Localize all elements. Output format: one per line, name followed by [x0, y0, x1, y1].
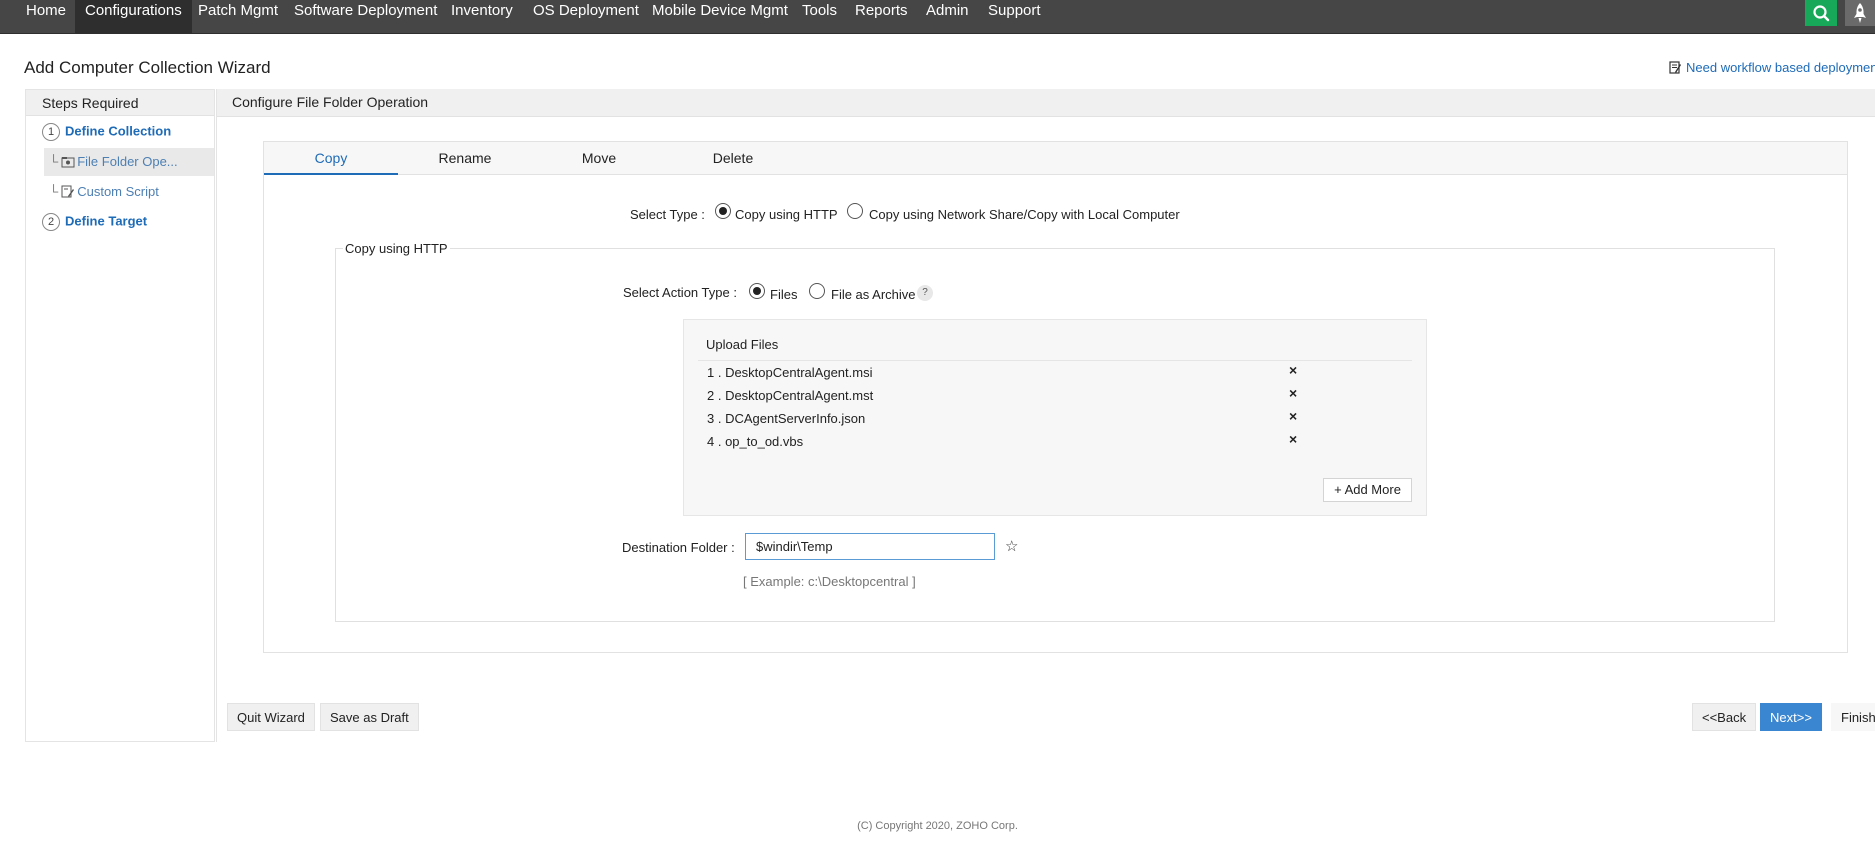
step-number-badge: 1 — [42, 123, 60, 141]
divider — [698, 360, 1412, 361]
radio-copy-network-share-label[interactable]: Copy using Network Share/Copy with Local… — [869, 207, 1180, 222]
remove-file-icon[interactable]: × — [1289, 431, 1297, 447]
radio-copy-using-http[interactable] — [715, 203, 731, 219]
file-list-item: 4 . op_to_od.vbs — [707, 434, 804, 449]
file-list-item: 3 . DCAgentServerInfo.json — [707, 411, 866, 426]
remove-file-icon[interactable]: × — [1289, 362, 1297, 378]
nav-support[interactable]: Support — [988, 0, 1041, 24]
nav-os-deployment[interactable]: OS Deployment — [533, 0, 639, 24]
tab-copy[interactable]: Copy — [264, 142, 398, 175]
main-panel-header: Configure File Folder Operation — [217, 89, 1875, 117]
destination-example-hint: [ Example: c:\Desktopcentral ] — [743, 574, 916, 589]
step-define-target[interactable]: 2 Define Target — [42, 213, 147, 231]
copy-http-section-legend: Copy using HTTP — [343, 241, 450, 256]
radio-files[interactable] — [749, 283, 765, 299]
sidebar-header: Steps Required — [26, 90, 214, 116]
nav-mobile-device-mgmt[interactable]: Mobile Device Mgmt — [652, 0, 788, 24]
folder-operation-icon — [61, 157, 75, 168]
step-label: Define Target — [65, 213, 148, 229]
select-action-type-label: Select Action Type : — [623, 285, 737, 300]
radio-copy-network-share[interactable] — [847, 203, 863, 219]
tab-move[interactable]: Move — [532, 142, 666, 175]
save-as-draft-button[interactable]: Save as Draft — [320, 703, 419, 731]
radio-files-label[interactable]: Files — [770, 287, 797, 302]
tab-rename[interactable]: Rename — [398, 142, 532, 175]
nav-tools[interactable]: Tools — [802, 0, 837, 24]
sidebar-item-label: Custom Script — [77, 184, 159, 199]
nav-inventory[interactable]: Inventory — [451, 0, 513, 24]
nav-software-deployment[interactable]: Software Deployment — [294, 0, 437, 24]
step-number-badge: 2 — [42, 213, 60, 231]
upload-files-title: Upload Files — [706, 337, 779, 352]
quick-launch-button[interactable] — [1845, 0, 1875, 26]
step-label: Define Collection — [65, 123, 172, 139]
search-button[interactable] — [1805, 0, 1837, 26]
top-nav-bar: Home Configurations Patch Mgmt Software … — [0, 0, 1875, 34]
help-icon[interactable]: ? — [917, 285, 933, 301]
sidebar-item-file-folder-operation[interactable]: └ File Folder Ope... — [44, 148, 214, 176]
tab-delete[interactable]: Delete — [666, 142, 800, 175]
nav-patch-mgmt[interactable]: Patch Mgmt — [198, 0, 278, 24]
favorite-star-icon[interactable]: ☆ — [1005, 537, 1018, 555]
edit-note-icon — [1669, 61, 1681, 74]
radio-copy-using-http-label[interactable]: Copy using HTTP — [735, 207, 838, 222]
radio-file-as-archive-label[interactable]: File as Archive — [831, 287, 916, 302]
rocket-icon — [1854, 3, 1866, 23]
remove-file-icon[interactable]: × — [1289, 408, 1297, 424]
file-list-item: 1 . DesktopCentralAgent.msi — [707, 365, 873, 380]
tree-connector: └ — [49, 154, 59, 169]
operation-tabs: Copy Rename Move Delete — [264, 142, 1847, 175]
back-button[interactable]: <<Back — [1692, 703, 1757, 731]
upload-files-panel: Upload Files 1 . DesktopCentralAgent.msi… — [683, 319, 1427, 516]
nav-configurations[interactable]: Configurations — [75, 0, 192, 34]
sidebar-item-label: File Folder Ope... — [77, 154, 178, 169]
next-button[interactable]: Next>> — [1760, 703, 1822, 731]
workflow-link-text[interactable]: Need workflow based deploymen — [1686, 60, 1875, 75]
nav-admin[interactable]: Admin — [926, 0, 969, 24]
radio-file-as-archive[interactable] — [809, 283, 825, 299]
search-icon — [1813, 5, 1830, 22]
destination-folder-label: Destination Folder : — [622, 540, 735, 555]
finish-button[interactable]: Finish — [1831, 703, 1875, 731]
plus-icon: + — [1334, 482, 1342, 497]
file-list-item: 2 . DesktopCentralAgent.mst — [707, 388, 874, 403]
remove-file-icon[interactable]: × — [1289, 385, 1297, 401]
step-define-collection[interactable]: 1 Define Collection — [42, 123, 171, 141]
wizard-steps-sidebar: Steps Required 1 Define Collection └ File… — [25, 89, 215, 742]
nav-reports[interactable]: Reports — [855, 0, 908, 24]
copyright-footer: (C) Copyright 2020, ZOHO Corp. — [857, 820, 1018, 832]
select-type-label: Select Type : — [630, 207, 705, 222]
tree-connector: └ — [49, 184, 59, 199]
destination-folder-input[interactable] — [745, 533, 995, 560]
sidebar-item-custom-script[interactable]: └ Custom Script — [44, 178, 214, 206]
add-more-label: Add More — [1344, 482, 1401, 497]
add-more-button[interactable]: + Add More — [1323, 478, 1412, 502]
quit-wizard-button[interactable]: Quit Wizard — [227, 703, 315, 731]
page-title: Add Computer Collection Wizard — [24, 58, 271, 77]
script-edit-icon — [61, 185, 75, 198]
nav-home[interactable]: Home — [26, 0, 66, 24]
workflow-deployment-link[interactable]: Need workflow based deploymen — [1669, 60, 1875, 75]
